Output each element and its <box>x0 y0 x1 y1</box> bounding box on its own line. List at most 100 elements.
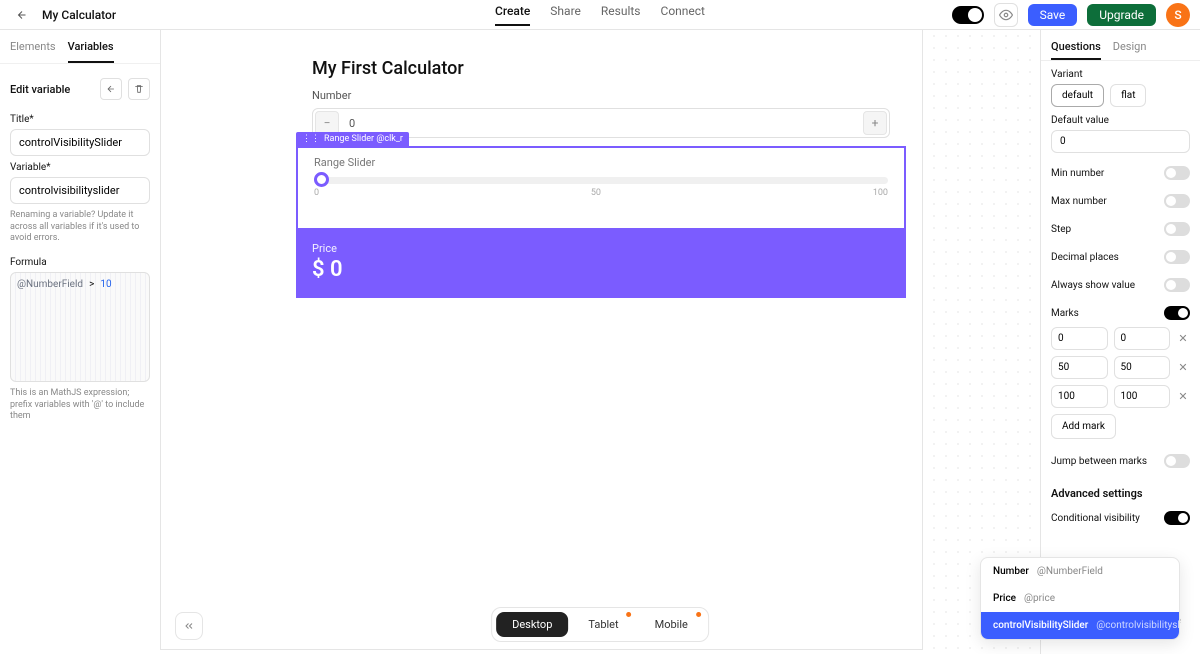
mark-row: ✕ <box>1041 385 1200 414</box>
decimal-label: Decimal places <box>1051 252 1119 263</box>
slider-track[interactable] <box>314 177 888 184</box>
decimal-row: Decimal places <box>1041 243 1200 271</box>
variant-flat[interactable]: flat <box>1110 84 1146 107</box>
tab-create[interactable]: Create <box>495 4 530 26</box>
mark-input-a[interactable] <box>1051 385 1108 408</box>
viewport-tablet[interactable]: Tablet <box>572 612 634 637</box>
ac-name: controlVisibilitySlider <box>993 620 1088 631</box>
mark-input-b[interactable] <box>1114 385 1171 408</box>
step-toggle[interactable] <box>1164 222 1190 236</box>
range-slider-element[interactable]: ⋮⋮ Range Slider @clk_r Range Slider 0 50… <box>296 146 906 230</box>
formula-input[interactable]: @NumberField > 10 <box>10 272 150 382</box>
title-field-label: Title* <box>0 108 160 129</box>
add-mark-button[interactable]: Add mark <box>1051 414 1116 439</box>
mark-input-b[interactable] <box>1114 356 1171 379</box>
viewport-desktop[interactable]: Desktop <box>496 612 568 637</box>
header-actions: Save Upgrade S <box>952 3 1190 27</box>
variable-field-label: Variable* <box>0 156 160 177</box>
rename-help: Renaming a variable? Update it across al… <box>0 204 160 251</box>
preview-button[interactable] <box>994 3 1018 27</box>
conditional-visibility-toggle[interactable] <box>1164 511 1190 525</box>
viewport-tablet-label: Tablet <box>588 618 618 631</box>
viewport-mobile-label: Mobile <box>655 618 688 631</box>
range-label: Range Slider <box>314 156 888 169</box>
remove-mark-button[interactable]: ✕ <box>1176 390 1190 403</box>
default-value-input[interactable] <box>1051 130 1190 153</box>
tab-design[interactable]: Design <box>1113 40 1147 60</box>
jump-marks-row: Jump between marks <box>1041 447 1200 475</box>
remove-mark-button[interactable]: ✕ <box>1176 332 1190 345</box>
nav-tabs: Create Share Results Connect <box>495 4 705 26</box>
conditional-visibility-label: Conditional visibility <box>1051 513 1140 524</box>
step-label: Step <box>1051 224 1071 235</box>
max-number-row: Max number <box>1041 187 1200 215</box>
delete-variable-button[interactable] <box>128 78 150 100</box>
variant-pills: default flat <box>1041 84 1200 107</box>
max-number-label: Max number <box>1051 196 1107 207</box>
slider-ticks: 0 50 100 <box>314 188 888 198</box>
save-button[interactable]: Save <box>1028 4 1078 26</box>
mark-row: ✕ <box>1041 356 1200 385</box>
formula-help: This is an MathJS expression; prefix var… <box>0 382 160 429</box>
variable-input[interactable] <box>10 177 150 204</box>
ac-name: Price <box>993 593 1016 604</box>
calc-title: My First Calculator <box>296 44 906 89</box>
increment-button[interactable]: + <box>863 111 887 135</box>
tab-variables[interactable]: Variables <box>68 40 114 63</box>
ac-var: @NumberField <box>1037 566 1103 577</box>
slider-thumb[interactable] <box>314 172 329 187</box>
min-number-toggle[interactable] <box>1164 166 1190 180</box>
number-value[interactable]: 0 <box>341 113 861 134</box>
number-label: Number <box>296 89 906 108</box>
tick-mid: 50 <box>591 188 601 198</box>
always-show-label: Always show value <box>1051 280 1135 291</box>
avatar[interactable]: S <box>1166 3 1190 27</box>
canvas-document: My First Calculator Number − 0 + ⋮⋮ Rang… <box>160 30 923 650</box>
autocomplete-item[interactable]: controlVisibilitySlider @controlvisibili… <box>981 612 1179 639</box>
jump-marks-toggle[interactable] <box>1164 454 1190 468</box>
min-number-label: Min number <box>1051 168 1104 179</box>
dark-mode-toggle[interactable] <box>952 6 984 24</box>
viewport-mobile[interactable]: Mobile <box>639 612 704 637</box>
page-title: My Calculator <box>42 8 116 22</box>
upgrade-button[interactable]: Upgrade <box>1087 4 1156 26</box>
autocomplete-item[interactable]: Price @price <box>981 585 1179 612</box>
max-number-toggle[interactable] <box>1164 194 1190 208</box>
mark-input-a[interactable] <box>1051 356 1108 379</box>
viewport-switcher: Desktop Tablet Mobile <box>491 607 709 642</box>
always-show-row: Always show value <box>1041 271 1200 299</box>
decimal-toggle[interactable] <box>1164 250 1190 264</box>
formula-var: @NumberField <box>17 279 83 290</box>
selection-tag[interactable]: ⋮⋮ Range Slider @clk_r <box>296 132 409 146</box>
back-variable-button[interactable] <box>100 78 122 100</box>
variant-default[interactable]: default <box>1051 84 1104 107</box>
tab-results[interactable]: Results <box>601 4 641 26</box>
canvas-prev-button[interactable] <box>175 612 203 640</box>
always-show-toggle[interactable] <box>1164 278 1190 292</box>
edit-variable-label: Edit variable <box>10 83 70 96</box>
left-panel: Elements Variables Edit variable Title* … <box>0 30 160 654</box>
app-header: My Calculator Create Share Results Conne… <box>0 0 1200 30</box>
back-button[interactable] <box>10 3 34 27</box>
mark-input-a[interactable] <box>1051 327 1108 350</box>
advanced-settings-heading: Advanced settings <box>1041 475 1200 504</box>
mark-input-b[interactable] <box>1114 327 1171 350</box>
tab-elements[interactable]: Elements <box>10 40 56 63</box>
tab-share[interactable]: Share <box>550 4 581 26</box>
remove-mark-button[interactable]: ✕ <box>1176 361 1190 374</box>
title-input[interactable] <box>10 129 150 156</box>
marks-toggle[interactable] <box>1164 306 1190 320</box>
badge-dot <box>627 612 632 617</box>
canvas[interactable]: My First Calculator Number − 0 + ⋮⋮ Rang… <box>160 30 1040 654</box>
price-panel: Price $ 0 <box>296 230 906 298</box>
formula-op: > <box>89 279 94 290</box>
tab-questions[interactable]: Questions <box>1051 40 1101 60</box>
conditional-visibility-row: Conditional visibility <box>1041 504 1200 532</box>
drag-icon: ⋮⋮ <box>302 134 320 144</box>
tab-connect[interactable]: Connect <box>661 4 705 26</box>
marks-label: Marks <box>1051 308 1079 319</box>
ac-var: @price <box>1024 593 1055 604</box>
default-value-label: Default value <box>1041 107 1200 130</box>
jump-marks-label: Jump between marks <box>1051 456 1147 467</box>
autocomplete-item[interactable]: Number @NumberField <box>981 558 1179 585</box>
